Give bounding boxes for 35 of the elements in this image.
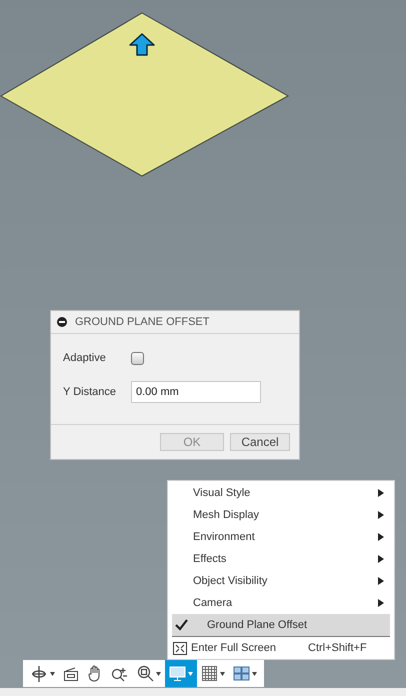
submenu-arrow-icon xyxy=(378,577,384,585)
orbit-icon xyxy=(30,664,48,682)
menu-item[interactable]: Environment xyxy=(172,526,390,548)
menu-item[interactable]: Ground Plane Offset xyxy=(172,614,390,636)
collapse-icon[interactable] xyxy=(57,317,67,327)
input-field[interactable]: 0.00 mm xyxy=(131,381,261,403)
cancel-button[interactable]: Cancel xyxy=(230,433,290,451)
submenu-arrow-icon xyxy=(378,599,384,607)
submenu-arrow-icon xyxy=(378,511,384,519)
submenu-arrow-icon xyxy=(378,489,384,497)
field-label: Y Distance xyxy=(63,386,117,398)
look-at-icon xyxy=(63,666,79,682)
menu-item[interactable]: Object Visibility xyxy=(172,570,390,592)
caret-icon xyxy=(252,672,257,676)
submenu-arrow-icon xyxy=(378,533,384,541)
menu-item[interactable]: Camera xyxy=(172,592,390,614)
shortcut-text: Ctrl+Shift+F xyxy=(308,642,368,654)
viewports-icon xyxy=(233,666,250,681)
menu-item[interactable]: Mesh Display xyxy=(172,504,390,526)
grid-icon xyxy=(201,665,218,682)
caret-icon xyxy=(50,672,55,676)
zoom-window-icon xyxy=(137,665,154,682)
dialog-title: GROUND PLANE OFFSET xyxy=(75,316,210,328)
field-label: Adaptive xyxy=(63,352,107,364)
menu-item[interactable]: Enter Full Screen Ctrl+Shift+F xyxy=(172,637,390,659)
caret-icon xyxy=(188,672,193,676)
caret-icon xyxy=(156,672,161,676)
submenu-arrow-icon xyxy=(378,555,384,563)
caret-icon xyxy=(220,672,225,676)
zoom-icon xyxy=(111,666,129,682)
fullscreen-icon xyxy=(173,642,187,654)
menu-item[interactable]: Effects xyxy=(172,548,390,570)
menu-item[interactable]: Visual Style xyxy=(172,482,390,504)
checkbox[interactable] xyxy=(131,352,144,364)
monitor-icon xyxy=(169,666,186,682)
